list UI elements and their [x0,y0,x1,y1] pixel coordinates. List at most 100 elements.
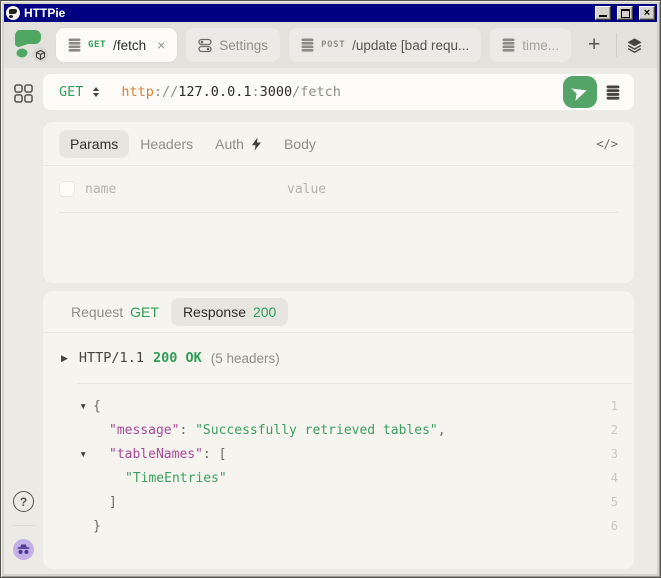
method-select[interactable]: GET [59,84,99,100]
request-method: GET [130,304,159,320]
main-area: GET http://127.0.0.1:3000/fetch [43,68,657,574]
tab-list-button[interactable] [625,36,644,55]
database-icon [502,38,515,52]
user-avatar[interactable] [13,539,34,560]
url-path: /fetch [292,84,341,100]
url-host: 127.0.0.1 [178,84,251,100]
minimize-icon [599,15,607,17]
divider [59,212,618,213]
collapse-icon[interactable]: ▼ [79,401,93,411]
tab-time[interactable]: time... [490,28,571,62]
divider [13,525,35,526]
package-icon [36,50,45,60]
json-line: ] 5 [59,490,618,514]
tab-label: /fetch [113,38,146,53]
json-brace: } [93,519,101,534]
url-bar: GET http://127.0.0.1:3000/fetch [43,74,634,110]
updown-arrows-icon [93,87,99,97]
code-view-button[interactable]: </> [596,137,618,151]
line-number: 3 [611,447,618,461]
grid-icon [14,84,33,103]
url-separator: :// [154,84,178,100]
url-input[interactable]: http://127.0.0.1:3000/fetch [121,84,341,100]
tab-params[interactable]: Params [59,130,129,158]
url-port: 3000 [260,84,293,100]
tab-body[interactable]: Body [273,130,327,158]
tab-label: time... [522,38,559,53]
tab-label: Settings [219,38,268,53]
http-version: HTTP/1.1 [79,350,144,366]
tab-label: /update [bad requ... [352,38,469,53]
json-string: "TimeEntries" [125,471,227,486]
line-number: 5 [611,495,618,509]
response-panel-tabs: Request GET Response 200 [43,291,634,333]
maximize-button[interactable] [617,6,633,20]
incognito-user-icon [17,544,30,555]
status-code: 200 OK [153,350,202,366]
minimize-button[interactable] [595,6,611,20]
url-scheme: http [121,84,154,100]
layers-icon [625,36,644,55]
line-number: 4 [611,471,618,485]
paper-plane-icon [570,82,590,101]
tab-post-update[interactable]: POST /update [bad requ... [289,28,481,62]
request-history-button[interactable] [597,85,629,100]
json-colon: : [203,447,219,462]
response-status-badge: 200 [253,304,276,320]
json-bracket: [ [219,447,227,462]
param-name-input[interactable] [85,182,287,197]
response-panel: Request GET Response 200 ▶ HTTP/1.1 200 … [43,291,634,569]
json-line: ▼ "tableNames": [ 3 [59,442,618,466]
json-line: "message": "Successfully retrieved table… [59,418,618,442]
tab-settings[interactable]: Settings [186,28,280,62]
line-number: 1 [611,399,618,413]
expand-headers-icon[interactable]: ▶ [59,353,70,364]
method-value: GET [59,84,83,100]
json-viewer: ▼ { 1 "message": "Successfully retrieved… [43,384,634,538]
divider [616,33,617,57]
send-button[interactable] [563,76,597,108]
request-label: Request [71,304,123,320]
httpie-window-icon [6,6,20,20]
tab-get-fetch[interactable]: GET /fetch × [56,28,177,62]
settings-icon [198,38,212,53]
tab-auth-label: Auth [215,136,244,152]
titlebar: HTTPie × [4,4,657,22]
line-number: 6 [611,519,618,533]
workspaces-button[interactable] [14,84,33,103]
tab-headers[interactable]: Headers [129,130,204,158]
json-line: ▼ { 1 [59,394,618,418]
request-panel: Params Headers Auth Body </> [43,122,634,283]
tab-response[interactable]: Response 200 [171,298,288,326]
json-comma: , [438,423,446,438]
database-icon [301,38,314,52]
new-tab-button[interactable]: + [580,33,608,57]
tab-auth[interactable]: Auth [204,130,273,158]
json-line: "TimeEntries" 4 [59,466,618,490]
close-icon: × [644,7,650,19]
lightning-bolt-icon [251,137,262,151]
response-status-line: ▶ HTTP/1.1 200 OK (5 headers) [43,333,634,383]
json-string: "Successfully retrieved tables" [195,423,438,438]
httpie-logo [14,28,46,62]
param-value-input[interactable] [287,182,618,197]
json-key: "message" [109,423,179,438]
json-colon: : [179,423,195,438]
headers-count: (5 headers) [211,351,280,366]
collapse-icon[interactable]: ▼ [79,449,93,459]
tab-request[interactable]: Request GET [59,298,171,326]
param-row [43,166,634,212]
left-sidebar: ? [4,68,43,574]
url-separator: : [251,84,259,100]
window-title: HTTPie [24,6,589,20]
line-number: 2 [611,423,618,437]
update-badge[interactable] [33,47,48,62]
param-checkbox[interactable] [59,181,75,197]
json-key: "tableNames" [109,447,203,462]
help-button[interactable]: ? [13,491,34,512]
request-panel-tabs: Params Headers Auth Body </> [43,122,634,166]
tab-close-icon[interactable]: × [157,38,165,52]
app-content: GET /fetch × Settings [4,22,657,574]
json-brace: { [93,399,101,414]
close-button[interactable]: × [639,6,655,20]
